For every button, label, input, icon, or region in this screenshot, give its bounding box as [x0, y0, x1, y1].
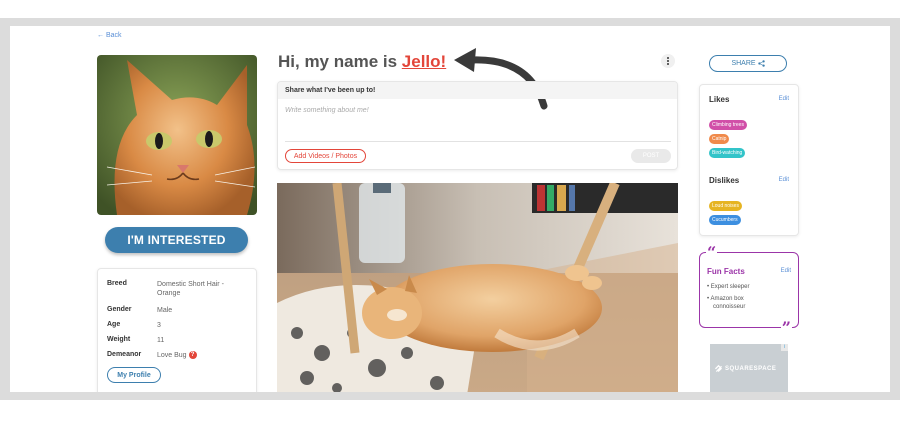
like-tag: Climbing trees	[709, 120, 747, 130]
likes-dislikes-card: Likes Edit Climbing trees Catnip Bird-wa…	[699, 84, 799, 236]
dislike-tag: Loud noises	[709, 201, 742, 211]
fun-facts-heading: Fun Facts	[707, 267, 745, 276]
detail-label: Weight	[107, 336, 131, 343]
advertisement[interactable]: i SQUARESPACE	[710, 344, 788, 392]
detail-value: Love Bug?	[157, 351, 237, 360]
detail-label: Gender	[107, 306, 132, 313]
add-media-button[interactable]: Add Videos / Photos	[285, 149, 366, 163]
help-icon[interactable]: ?	[188, 351, 197, 360]
quote-close-icon: ”	[780, 318, 792, 337]
browser-frame: ← Back I'M INTERESTED Breed Domestic Sho…	[0, 18, 900, 400]
share-label: SHARE	[731, 60, 756, 67]
pet-name-link[interactable]: Jello!	[402, 52, 446, 71]
post-card-header: Share what I've been up to!	[278, 82, 677, 99]
fun-fact-item: • Expert sleeper	[707, 284, 750, 290]
divider	[285, 141, 671, 142]
detail-label: Breed	[107, 280, 127, 287]
profile-photo	[97, 55, 257, 215]
share-post-card: Share what I've been up to! Write someth…	[277, 81, 678, 170]
page-title: Hi, my name is Jello!	[278, 52, 446, 72]
dislike-tag: Cucumbers	[709, 215, 741, 225]
squarespace-logo-icon	[715, 364, 722, 372]
ad-info-icon[interactable]: i	[781, 344, 788, 351]
fun-fact-text: Expert sleeper	[710, 284, 750, 290]
fun-facts-card: “ ” Fun Facts Edit • Expert sleeper • Am…	[699, 245, 799, 336]
share-button[interactable]: SHARE	[709, 55, 787, 72]
details-card: Breed Domestic Short Hair - Orange Gende…	[97, 268, 257, 392]
detail-value-text: Love Bug	[157, 352, 187, 359]
detail-value: 11	[157, 337, 165, 344]
detail-value: Male	[157, 307, 173, 314]
detail-value: 3	[157, 322, 161, 329]
interested-button[interactable]: I'M INTERESTED	[105, 227, 248, 253]
kebab-menu-icon[interactable]	[661, 54, 675, 68]
dislikes-heading: Dislikes	[709, 176, 740, 185]
like-tag: Bird-watching	[709, 148, 746, 158]
post-textarea[interactable]: Write something about me!	[285, 107, 369, 114]
fun-facts-edit-link[interactable]: Edit	[781, 268, 791, 274]
share-icon	[757, 60, 765, 67]
back-link[interactable]: ← Back	[97, 32, 122, 39]
likes-heading: Likes	[709, 95, 730, 104]
profile-page: ← Back I'M INTERESTED Breed Domestic Sho…	[10, 26, 890, 392]
my-profile-button[interactable]: My Profile	[107, 367, 161, 383]
fun-fact-item: • Amazon box connoisseur	[707, 296, 746, 310]
main-photo	[277, 183, 678, 392]
detail-value: Domestic Short Hair - Orange	[157, 281, 224, 297]
detail-label: Demeanor	[107, 351, 142, 358]
ad-brand-text: SQUARESPACE	[725, 365, 777, 372]
ad-brand: SQUARESPACE	[714, 364, 776, 373]
detail-label: Age	[107, 321, 121, 328]
fun-fact-text: Amazon box connoisseur	[710, 296, 746, 310]
title-prefix: Hi, my name is	[278, 52, 398, 71]
like-tag: Catnip	[709, 134, 730, 144]
post-button[interactable]: POST	[631, 149, 671, 163]
likes-edit-link[interactable]: Edit	[779, 96, 789, 102]
quote-open-icon: “	[706, 243, 718, 262]
dislikes-edit-link[interactable]: Edit	[779, 177, 789, 183]
